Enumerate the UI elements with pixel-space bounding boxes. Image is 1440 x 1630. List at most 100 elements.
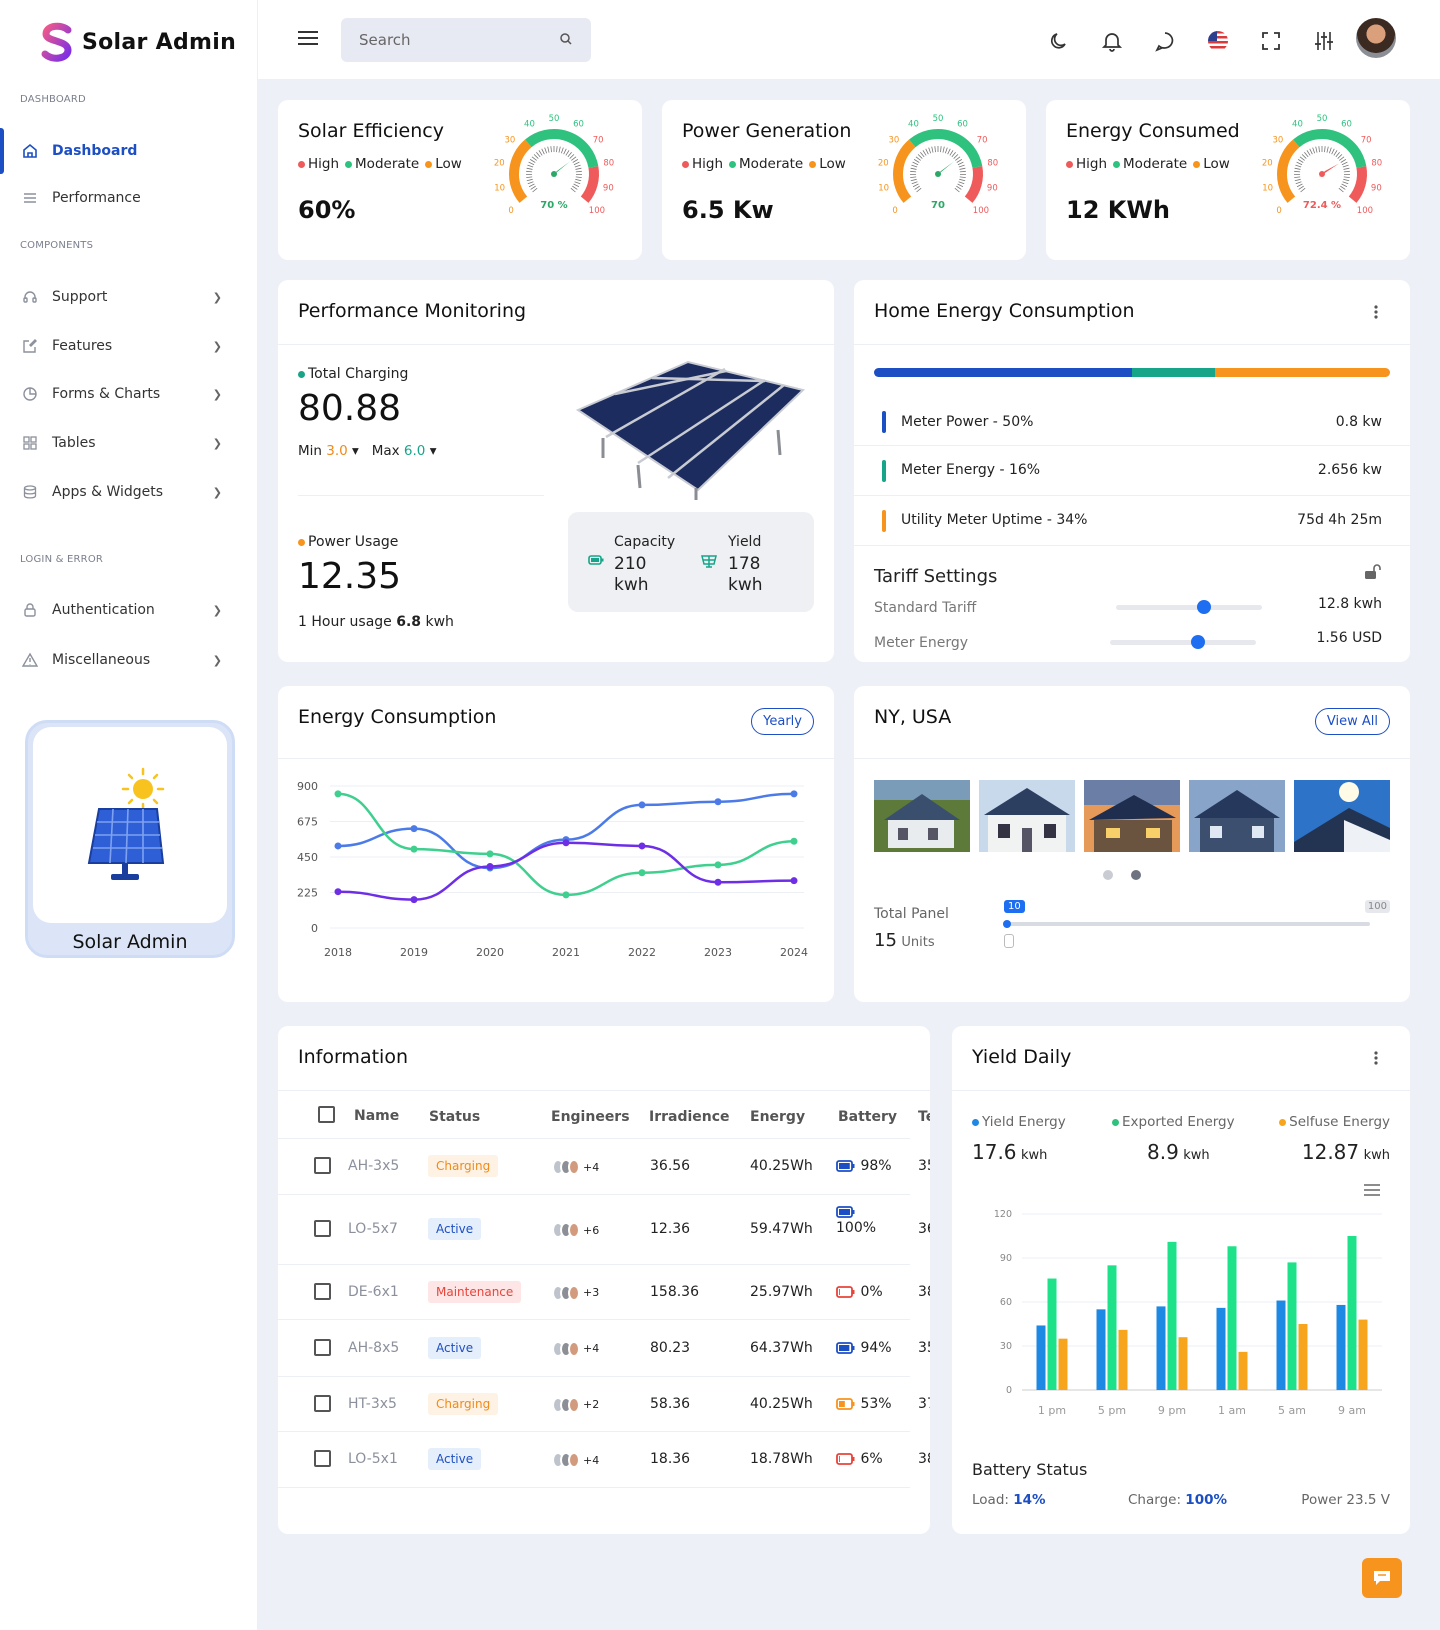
view-all-button[interactable]: View All [1314,708,1390,735]
data-point[interactable] [790,837,798,845]
col-header-status[interactable]: Status [429,1109,480,1125]
bar[interactable] [1216,1307,1226,1390]
sidebar-item-performance[interactable]: Performance [0,178,258,218]
yearly-button[interactable]: Yearly [751,708,814,735]
data-point[interactable] [638,801,646,809]
search-icon[interactable] [559,32,573,46]
table-row[interactable]: LO-5x7 Active +6 12.36 59.47Wh 100% 36 [278,1194,930,1264]
data-point[interactable] [790,877,798,885]
engineers-avatars[interactable]: +4 [552,1340,599,1357]
data-point[interactable] [410,845,418,853]
col-header-energy[interactable]: Energy [750,1109,805,1125]
data-point[interactable] [410,896,418,904]
engineers-avatars[interactable]: +4 [552,1159,599,1175]
bar[interactable] [1178,1337,1188,1390]
slider-handle-icon[interactable] [1004,934,1014,948]
bar[interactable] [1036,1325,1046,1390]
carousel-dot[interactable] [1103,870,1113,880]
house-gallery[interactable] [874,780,1390,852]
chat-icon[interactable] [1154,30,1176,52]
data-point[interactable] [334,888,342,896]
data-point[interactable] [486,862,494,870]
menu-icon[interactable] [298,30,318,46]
settings-sliders-icon[interactable] [1313,30,1335,52]
avatar[interactable] [1356,18,1396,58]
house-photo[interactable] [1189,780,1285,852]
bar[interactable] [1287,1262,1297,1390]
house-photo[interactable] [1294,780,1390,852]
floating-chat-button[interactable] [1362,1558,1402,1598]
row-checkbox[interactable] [314,1338,331,1356]
col-header-irradience[interactable]: Irradience [649,1109,730,1125]
bar[interactable] [1358,1319,1368,1390]
sidebar-item-support[interactable]: Support ❯ [0,277,258,317]
col-header-engineers[interactable]: Engineers [551,1109,630,1125]
sidebar-item-miscellaneous[interactable]: Miscellaneous ❯ [0,640,258,680]
data-point[interactable] [714,878,722,886]
data-point[interactable] [334,790,342,798]
select-all-checkbox[interactable] [318,1106,335,1123]
moon-icon[interactable] [1048,30,1070,52]
data-point[interactable] [334,842,342,850]
data-point[interactable] [638,842,646,850]
sidebar-item-forms-charts[interactable]: Forms & Charts ❯ [0,374,258,414]
engineers-avatars[interactable]: +2 [552,1396,599,1413]
row-checkbox[interactable] [314,1450,331,1467]
data-point[interactable] [562,891,570,899]
sidebar-item-dashboard[interactable]: Dashboard [0,128,258,174]
tariff-slider[interactable] [1116,600,1262,614]
kebab-menu-icon[interactable] [1374,1050,1378,1066]
bar[interactable] [1276,1300,1286,1390]
engineers-avatars[interactable]: +3 [552,1284,599,1301]
bar[interactable] [1227,1246,1237,1390]
table-row[interactable]: AH-3x5 Charging +4 36.56 40.25Wh 98% 35 [278,1138,930,1194]
row-checkbox[interactable] [314,1220,331,1237]
col-header-battery[interactable]: Battery [838,1109,897,1125]
sidebar-item-features[interactable]: Features ❯ [0,326,258,366]
row-checkbox[interactable] [314,1157,331,1174]
bar[interactable] [1238,1351,1248,1390]
bar[interactable] [1298,1324,1308,1390]
table-row[interactable]: DE-6x1 Maintenance +3 158.36 25.97Wh 0% … [278,1264,930,1319]
bar[interactable] [1058,1338,1068,1390]
us-flag-icon[interactable] [1207,30,1229,52]
data-point[interactable] [562,839,570,847]
house-photo[interactable] [1084,780,1180,852]
bar[interactable] [1156,1306,1166,1390]
slider-thumb[interactable] [1190,635,1205,649]
table-row[interactable]: HT-3x5 Charging +2 58.36 40.25Wh 53% 37. [278,1376,930,1431]
house-photo[interactable] [874,780,970,852]
search-input[interactable]: Search [341,18,591,62]
chart-menu-icon[interactable] [1364,1184,1380,1196]
slider-thumb[interactable] [1003,920,1011,928]
app-logo[interactable]: Solar Admin [40,22,236,62]
data-point[interactable] [790,790,798,798]
table-row[interactable]: AH-8x5 Active +4 80.23 64.37Wh 94% 35 [278,1319,930,1376]
col-header-te[interactable]: Te [918,1109,930,1125]
engineers-avatars[interactable]: +4 [552,1452,599,1468]
sidebar-item-authentication[interactable]: Authentication ❯ [0,590,258,630]
data-point[interactable] [714,798,722,806]
kebab-menu-icon[interactable] [1374,304,1378,320]
col-header-name[interactable]: Name [354,1108,399,1124]
slider-thumb[interactable] [1196,600,1211,614]
row-checkbox[interactable] [314,1282,331,1300]
fullscreen-icon[interactable] [1260,30,1282,52]
sidebar-item-apps-widgets[interactable]: Apps & Widgets ❯ [0,472,258,512]
data-point[interactable] [638,869,646,877]
bar[interactable] [1336,1304,1346,1390]
engineers-avatars[interactable]: +6 [552,1222,599,1238]
panel-range-slider[interactable] [1003,920,1370,928]
carousel-dot-active[interactable] [1131,870,1141,880]
data-point[interactable] [714,861,722,869]
house-photo[interactable] [979,780,1075,852]
unlock-icon[interactable] [1364,564,1382,580]
data-point[interactable] [486,850,494,858]
bar[interactable] [1167,1241,1177,1390]
bar[interactable] [1047,1278,1057,1390]
bar[interactable] [1118,1329,1128,1390]
sidebar-item-tables[interactable]: Tables ❯ [0,423,258,463]
bell-icon[interactable] [1101,30,1123,52]
data-point[interactable] [410,825,418,833]
table-row[interactable]: LO-5x1 Active +4 18.36 18.78Wh 6% 38 [278,1431,930,1487]
